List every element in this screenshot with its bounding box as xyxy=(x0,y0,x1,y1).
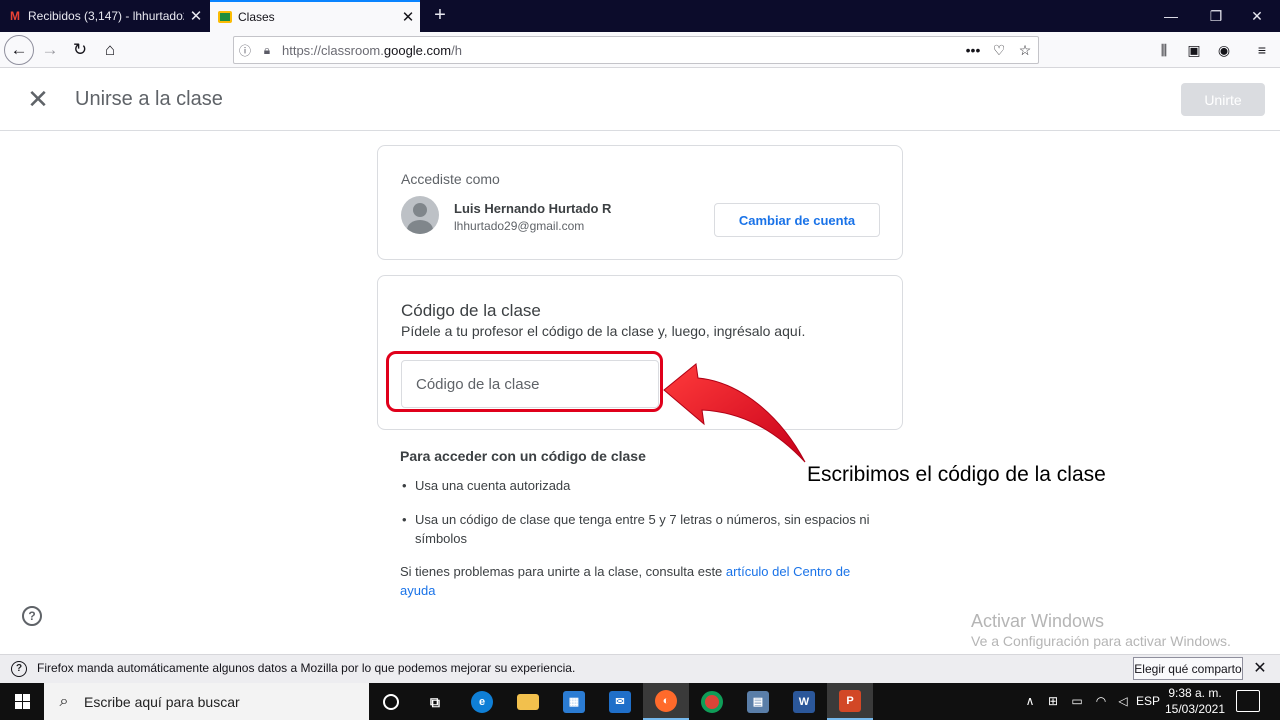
windows-logo-icon xyxy=(14,694,30,709)
gmail-icon: M xyxy=(10,9,20,23)
volume-icon[interactable]: ◁ xyxy=(1112,683,1134,720)
account-email: lhhurtado29@gmail.com xyxy=(454,219,585,233)
avatar-head xyxy=(413,203,427,217)
tab-classroom[interactable]: Clases ✕ xyxy=(210,0,420,32)
tray-chevron-icon[interactable]: ∧ xyxy=(1020,683,1040,720)
browser-tab-strip: M Recibidos (3,147) - lhhurtado29 ✕ Clas… xyxy=(0,0,1280,32)
language-indicator[interactable]: ESP xyxy=(1134,683,1162,720)
reload-icon[interactable]: ↻ xyxy=(66,36,94,64)
question-icon: ? xyxy=(11,661,27,677)
tab-title: Recibidos (3,147) - lhhurtado29 xyxy=(28,9,184,23)
windows-taskbar: ⌕ Escribe aquí para buscar ⧉ e ▦ ✉ ◐ ▤ W… xyxy=(0,683,1280,720)
restore-icon[interactable]: ❐ xyxy=(1193,0,1239,32)
annotation-arrow xyxy=(663,363,806,463)
cortana-icon[interactable] xyxy=(368,683,414,720)
close-tab-icon[interactable]: ✕ xyxy=(396,8,420,26)
wifi-icon[interactable]: ◠ xyxy=(1090,683,1112,720)
close-icon[interactable]: ✕ xyxy=(24,86,52,114)
pocket-icon[interactable]: ♡ xyxy=(986,42,1012,59)
home-icon[interactable]: ⌂ xyxy=(96,36,124,64)
close-tab-icon[interactable]: ✕ xyxy=(184,7,208,25)
store-icon[interactable]: ▦ xyxy=(551,683,597,720)
taskbar-search[interactable]: ⌕ Escribe aquí para buscar xyxy=(44,683,369,720)
network-app-icon[interactable]: ▤ xyxy=(735,683,781,720)
file-explorer-icon[interactable] xyxy=(505,683,551,720)
library-icon[interactable]: ⫼ xyxy=(1150,36,1178,64)
class-code-instructions: Pídele a tu profesor el código de la cla… xyxy=(401,323,806,339)
highlight-box xyxy=(386,351,663,412)
choose-data-button[interactable]: Elegir qué comparto xyxy=(1133,657,1243,680)
avatar-body xyxy=(407,220,433,234)
join-button[interactable]: Unirte xyxy=(1181,83,1265,116)
info-icon[interactable]: ⓘ xyxy=(234,42,256,59)
close-icon[interactable]: ✕ xyxy=(1250,658,1270,680)
account-card: Accediste como Luis Hernando Hurtado R l… xyxy=(377,145,903,260)
class-code-title: Código de la clase xyxy=(401,301,541,320)
notification-text: Firefox manda automáticamente algunos da… xyxy=(37,661,576,675)
action-center-icon[interactable] xyxy=(1236,690,1260,712)
clock[interactable]: 9:38 a. m. 15/03/2021 xyxy=(1164,685,1226,717)
start-button[interactable] xyxy=(0,683,44,720)
edge-icon[interactable]: e xyxy=(459,683,505,720)
tray-app-icon[interactable]: ⊞ xyxy=(1042,683,1064,720)
mail-icon[interactable]: ✉ xyxy=(597,683,643,720)
data-collection-notification: ? Firefox manda automáticamente algunos … xyxy=(0,654,1280,683)
search-icon: ⌕ xyxy=(59,692,69,710)
battery-icon[interactable]: ▭ xyxy=(1066,683,1088,720)
back-icon[interactable]: ← xyxy=(4,35,34,65)
activation-watermark-subtitle: Ve a Configuración para activar Windows. xyxy=(971,633,1231,649)
menu-icon[interactable]: ≡ xyxy=(1248,36,1276,64)
classroom-icon xyxy=(218,11,232,23)
page-actions-icon[interactable]: ••• xyxy=(960,42,986,58)
account-name: Luis Hernando Hurtado R xyxy=(454,201,612,216)
list-item: Usa un código de clase que tenga entre 5… xyxy=(400,510,880,548)
sidebar-icon[interactable]: ▣ xyxy=(1180,36,1208,64)
join-class-header: ✕ Unirse a la clase Unirte xyxy=(0,68,1280,131)
lock-icon[interactable]: 🔒︎ xyxy=(256,43,278,58)
tab-gmail[interactable]: M Recibidos (3,147) - lhhurtado29 ✕ xyxy=(0,0,208,32)
firefox-icon[interactable]: ◐ xyxy=(643,683,689,720)
help-text: Si tienes problemas para unirte a la cla… xyxy=(400,564,851,598)
help-icon[interactable]: ? xyxy=(22,606,42,626)
info-title: Para acceder con un código de clase xyxy=(400,448,646,464)
search-placeholder: Escribe aquí para buscar xyxy=(84,693,240,710)
signed-in-label: Accediste como xyxy=(401,171,500,187)
task-view-icon[interactable]: ⧉ xyxy=(412,683,458,720)
avatar xyxy=(401,196,439,234)
minimize-icon[interactable]: — xyxy=(1148,0,1194,32)
clock-date: 15/03/2021 xyxy=(1164,702,1226,716)
powerpoint-icon[interactable]: P xyxy=(827,683,873,720)
tab-title: Clases xyxy=(238,10,275,24)
switch-account-button[interactable]: Cambiar de cuenta xyxy=(714,203,880,237)
word-icon[interactable]: W xyxy=(781,683,827,720)
chrome-icon[interactable] xyxy=(689,683,735,720)
clock-time: 9:38 a. m. xyxy=(1168,686,1222,700)
bookmark-star-icon[interactable]: ☆ xyxy=(1012,42,1038,59)
activation-watermark-title: Activar Windows xyxy=(971,611,1105,631)
account-icon[interactable]: ◉ xyxy=(1210,36,1238,64)
address-bar[interactable]: ⓘ 🔒︎ https://classroom.google.com/h ••• … xyxy=(233,36,1039,64)
page-title: Unirse a la clase xyxy=(75,88,223,110)
url-text: https://classroom.google.com/h xyxy=(282,42,462,58)
new-tab-button[interactable]: + xyxy=(428,4,452,28)
forward-icon[interactable]: → xyxy=(36,36,64,64)
browser-nav-bar: ← → ↻ ⌂ ⓘ 🔒︎ https://classroom.google.co… xyxy=(0,32,1280,68)
window-close-icon[interactable]: ✕ xyxy=(1234,0,1280,32)
annotation-label: Escribimos el código de la clase xyxy=(807,463,1106,486)
info-list: Usa una cuenta autorizada Usa un código … xyxy=(400,476,880,563)
